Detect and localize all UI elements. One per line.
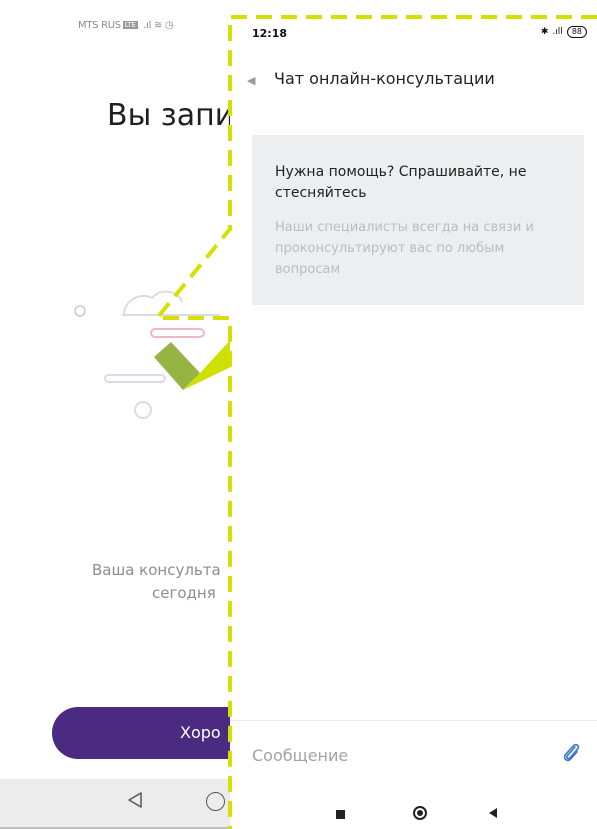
message-composer <box>230 720 597 785</box>
nav-back-icon[interactable] <box>488 807 498 819</box>
network-badge: LTE <box>122 21 138 29</box>
status-icons: ✱ .ıll 88 <box>541 26 587 38</box>
success-checkmark-illustration <box>74 290 235 419</box>
background-page-title: Вы запи <box>107 98 235 133</box>
nav-home-icon[interactable] <box>206 792 225 811</box>
signal-icon: .ıll <box>552 27 563 37</box>
chat-title: Чат онлайн-консультации <box>274 69 495 88</box>
battery-icon: 88 <box>566 26 587 38</box>
alarm-icon: ◷ <box>165 20 174 31</box>
back-arrow-icon[interactable]: ◀ <box>247 74 255 87</box>
carrier-name: MTS RUS <box>78 20 121 31</box>
consultation-text-line-1: Ваша консульта <box>92 561 221 579</box>
attach-paperclip-icon[interactable] <box>560 741 582 765</box>
signal-icon: .ıl <box>140 20 152 31</box>
chat-header: ◀ Чат онлайн-консультации <box>245 69 585 93</box>
chat-app-screen: 12:18 ✱ .ıll 88 ◀ Чат онлайн-консультаци… <box>230 14 597 829</box>
nav-recents-icon[interactable] <box>336 810 345 819</box>
help-card-title: Нужна помощь? Спрашивайте, не стесняйтес… <box>275 164 527 201</box>
chat-navigation-bar <box>230 784 597 829</box>
wifi-icon: ≋ <box>154 20 163 31</box>
status-time: 12:18 <box>252 27 288 40</box>
chat-status-bar: 12:18 ✱ .ıll 88 <box>252 26 587 43</box>
bluetooth-icon: ✱ <box>540 27 549 37</box>
help-info-card: Нужна помощь? Спрашивайте, не стесняйтес… <box>252 135 584 305</box>
nav-home-icon[interactable] <box>413 806 427 820</box>
message-input[interactable] <box>252 743 542 767</box>
ok-button-label: Хоро <box>180 723 221 742</box>
consultation-text-line-2: сегодня <box>152 584 216 602</box>
help-card-text: Наши специалисты всегда на связи и проко… <box>275 220 534 277</box>
nav-back-icon[interactable] <box>127 791 143 809</box>
background-status-bar: MTS RUS LTE .ıl ≋ ◷ <box>78 20 174 31</box>
